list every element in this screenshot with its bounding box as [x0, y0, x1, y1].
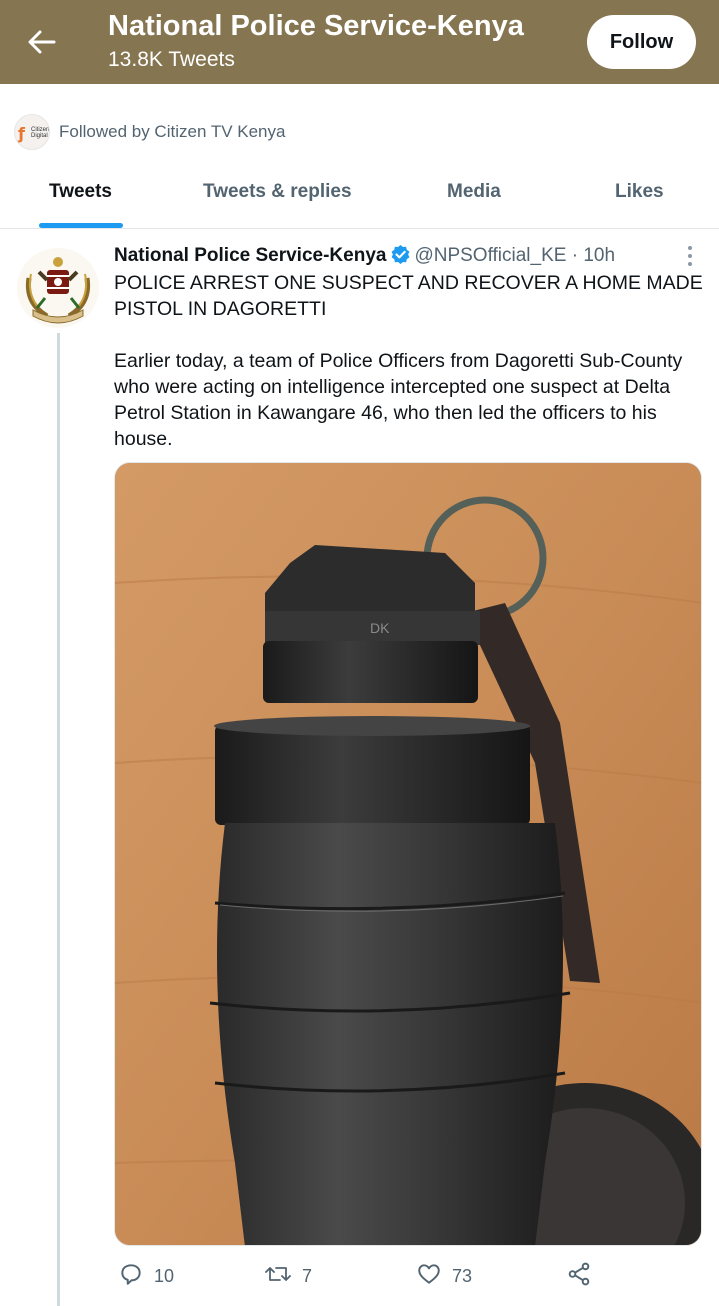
active-tab-indicator: [39, 223, 123, 228]
back-arrow-icon[interactable]: [24, 26, 60, 58]
tweet-action-bar: 10 7 73: [114, 1260, 709, 1294]
followed-by-avatar[interactable]: ƒ Citizen Digital: [14, 114, 50, 150]
retweet-button[interactable]: 7: [264, 1260, 312, 1292]
like-count: 73: [452, 1265, 473, 1286]
followed-by-text: Followed by Citizen TV Kenya: [59, 122, 286, 141]
tweet-author-handle[interactable]: @NPSOfficial_KE: [414, 245, 566, 266]
reply-icon: [118, 1261, 144, 1292]
like-button[interactable]: 73: [416, 1260, 472, 1292]
retweet-icon: [264, 1261, 292, 1292]
tweet-meta-separator: ·: [571, 245, 579, 266]
photo-marking: DK: [370, 620, 390, 636]
reply-button[interactable]: 10: [118, 1260, 174, 1292]
verified-badge-icon: [391, 245, 410, 270]
citizen-logo-text: Citizen Digital: [31, 127, 50, 139]
more-options-icon[interactable]: [680, 244, 700, 268]
tweet-body-text: Earlier today, a team of Police Officers…: [114, 350, 683, 450]
tweet-photo[interactable]: DK: [114, 462, 702, 1246]
tweet-author-name[interactable]: National Police Service-Kenya: [114, 245, 386, 266]
tweet-count: 13.8K Tweets: [108, 48, 235, 71]
share-button[interactable]: [566, 1260, 592, 1292]
bio-cutoff-remnant: [128, 82, 142, 88]
thread-line: [57, 333, 60, 1306]
retweet-count: 7: [302, 1265, 313, 1286]
profile-name-title: National Police Service-Kenya: [108, 10, 524, 42]
tab-media[interactable]: Media: [447, 181, 501, 203]
tweet-timestamp[interactable]: 10h: [583, 245, 615, 266]
share-icon: [566, 1261, 592, 1292]
citizen-logo-icon: ƒ: [18, 124, 25, 143]
followed-by-row[interactable]: ƒ Citizen Digital Followed by Citizen TV…: [0, 112, 719, 152]
tweet-headline: POLICE ARREST ONE SUSPECT AND RECOVER A …: [114, 272, 703, 320]
tab-likes[interactable]: Likes: [615, 181, 664, 203]
tab-tweets[interactable]: Tweets: [49, 181, 112, 203]
follow-button[interactable]: Follow: [587, 15, 696, 69]
tab-tweets-and-replies[interactable]: Tweets & replies: [203, 181, 352, 203]
heart-icon: [416, 1261, 442, 1292]
reply-count: 10: [154, 1265, 175, 1286]
author-avatar[interactable]: [17, 248, 99, 328]
tweet-header: National Police Service-Kenya @NPSOfficia…: [114, 245, 615, 271]
profile-header-bar: National Police Service-Kenya 13.8K Twee…: [0, 0, 719, 84]
police-emblem-icon: [20, 250, 96, 326]
profile-tabs: Tweets Tweets & replies Media Likes: [0, 168, 719, 229]
